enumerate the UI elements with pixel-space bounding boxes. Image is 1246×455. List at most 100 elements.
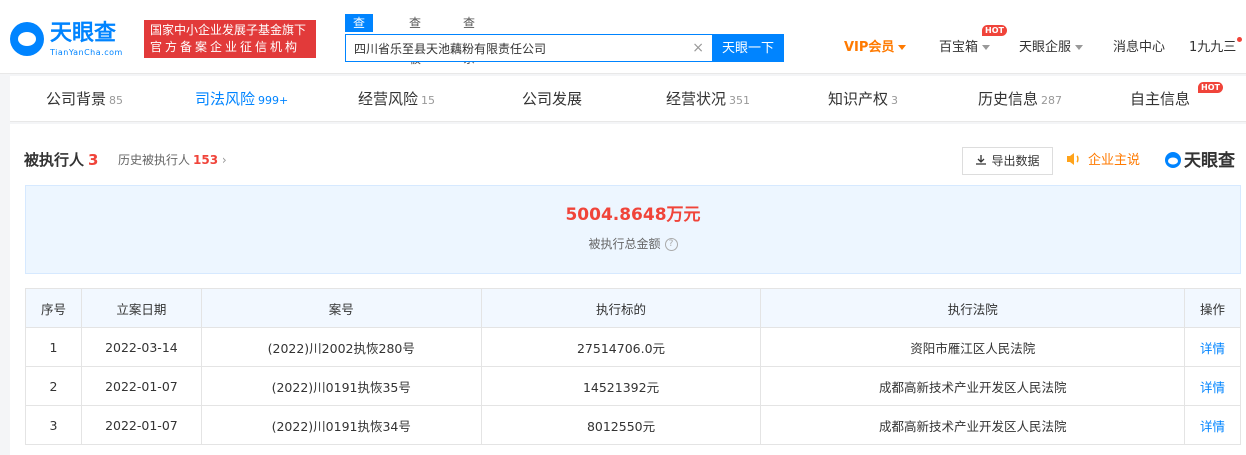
tab-label: 自主信息 — [1130, 90, 1191, 108]
col-header-case-number: 案号 — [200, 288, 482, 328]
message-center-link[interactable]: 消息中心 — [1113, 38, 1165, 58]
cell-case-number: (2022)川2002执恢280号 — [200, 327, 482, 367]
tab-label: 知识产权 — [828, 90, 889, 108]
details-link[interactable]: 详情 — [1184, 405, 1241, 445]
tab-count: 85 — [109, 94, 124, 107]
treasure-box-label: 百宝箱 — [939, 40, 979, 55]
details-link[interactable]: 详情 — [1184, 366, 1241, 406]
logo-eye-icon — [10, 22, 44, 56]
cell-filing-date: 2022-03-14 — [80, 327, 202, 367]
tab-label: 经营风险 — [358, 90, 419, 108]
col-header-court: 执行法院 — [760, 288, 1186, 328]
tab-count: 287 — [1041, 94, 1063, 107]
logo-subtext: TianYanCha.com — [50, 48, 123, 57]
col-header-execution-amount: 执行标的 — [480, 288, 762, 328]
hot-badge: HOT — [1198, 82, 1223, 93]
chevron-down-icon — [898, 45, 907, 50]
tab-operation-risk[interactable]: 经营风险 15 — [358, 76, 435, 122]
cell-execution-amount: 14521392元 — [480, 366, 762, 406]
search-tab-boss[interactable]: 查老板 — [401, 14, 429, 66]
table-row: 2 2022-01-07 (2022)川0191执恢35号 14521392元 … — [25, 366, 1241, 406]
cell-court: 资阳市雁江区人民法院 — [760, 327, 1186, 367]
cell-index: 2 — [25, 366, 82, 406]
tab-label: 经营状况 — [666, 90, 727, 108]
executed-person-section: 被执行人 3 历史被执行人 153 › 导出数据 企业主说 天眼查 5004.864… — [10, 124, 1246, 455]
tab-judicial-risk[interactable]: 司法风险 999+ — [195, 76, 288, 122]
table-header-row: 序号 立案日期 案号 执行标的 执行法院 操作 — [25, 288, 1241, 328]
export-data-button[interactable]: 导出数据 — [962, 147, 1053, 175]
cell-case-number: (2022)川0191执恢34号 — [200, 405, 482, 445]
brand-text: 天眼查 — [1184, 151, 1235, 171]
history-executed-link[interactable]: 历史被执行人 153 › — [118, 152, 227, 168]
total-amount-label: 被执行总金额 — [588, 237, 661, 251]
cell-case-number: (2022)川0191执恢35号 — [200, 366, 482, 406]
tab-count: 3 — [891, 94, 899, 107]
download-icon — [976, 155, 987, 165]
tab-business-status[interactable]: 经营状况 351 — [666, 76, 750, 122]
search-button[interactable]: 天眼一下 — [712, 34, 784, 62]
tab-label: 公司背景 — [46, 90, 107, 108]
tab-company-background[interactable]: 公司背景 85 — [46, 76, 123, 122]
chevron-right-icon: › — [221, 153, 227, 167]
chevron-down-icon — [1075, 45, 1084, 50]
vip-label: VIP会员 — [844, 40, 895, 55]
search-input[interactable] — [346, 35, 686, 61]
tab-company-development[interactable]: 公司发展 — [522, 76, 585, 122]
tab-self-info[interactable]: 自主信息 — [1130, 76, 1193, 122]
total-amount-caption: 被执行总金额? — [26, 236, 1240, 252]
cell-index: 1 — [25, 327, 82, 367]
table-row: 3 2022-01-07 (2022)川0191执恢34号 8012550元 成… — [25, 405, 1241, 445]
help-icon[interactable]: ? — [664, 238, 678, 251]
executed-person-table: 序号 立案日期 案号 执行标的 执行法院 操作 1 2022-03-14 (20… — [25, 288, 1241, 445]
banner-line-1: 国家中小企业发展子基金旗下 — [150, 23, 307, 37]
company-tab-bar: 公司背景 85 司法风险 999+ 经营风险 15 公司发展 经营状况 351 知识产权… — [10, 76, 1246, 122]
tab-label: 历史信息 — [978, 90, 1039, 108]
vip-menu[interactable]: VIP会员 — [844, 38, 907, 58]
banner-line-2: 官方备案企业征信机构 — [150, 40, 301, 54]
user-menu[interactable]: 1九九三 — [1189, 38, 1236, 58]
tab-count: 999+ — [258, 94, 289, 107]
enterprise-service-menu[interactable]: 天眼企服 — [1019, 38, 1084, 58]
brand-eye-icon — [1165, 152, 1181, 168]
cell-filing-date: 2022-01-07 — [80, 405, 202, 445]
tianyancha-logo[interactable]: 天眼查 TianYanCha.com — [10, 20, 136, 60]
col-header-index: 序号 — [25, 288, 82, 328]
section-title: 被执行人 3 — [24, 150, 98, 170]
col-header-action: 操作 — [1184, 288, 1241, 328]
tab-intellectual-property[interactable]: 知识产权 3 — [828, 76, 898, 122]
cell-execution-amount: 8012550元 — [480, 405, 762, 445]
tianyancha-brand: 天眼查 — [1164, 150, 1235, 172]
history-count: 153 — [193, 153, 219, 167]
chevron-down-icon — [982, 45, 991, 50]
tab-history-info[interactable]: 历史信息 287 — [978, 76, 1062, 122]
fund-banner[interactable]: 国家中小企业发展子基金旗下 官方备案企业征信机构 — [144, 20, 316, 58]
cell-filing-date: 2022-01-07 — [80, 366, 202, 406]
cell-index: 3 — [25, 405, 82, 445]
cell-court: 成都高新技术产业开发区人民法院 — [760, 405, 1186, 445]
tab-count: 15 — [421, 94, 436, 107]
logo-text: 天眼查 — [50, 21, 117, 46]
search-tab-relation[interactable]: 查关系 — [455, 14, 483, 66]
total-amount-value: 5004.8648万元 — [565, 205, 701, 225]
tab-label: 司法风险 — [195, 90, 256, 108]
details-link[interactable]: 详情 — [1184, 327, 1241, 367]
table-row: 1 2022-03-14 (2022)川2002执恢280号 27514706.… — [25, 327, 1241, 367]
speaker-icon — [1067, 153, 1079, 165]
export-data-label: 导出数据 — [991, 154, 1040, 168]
clear-icon[interactable]: × — [692, 40, 704, 56]
cell-court: 成都高新技术产业开发区人民法院 — [760, 366, 1186, 406]
treasure-box-menu[interactable]: 百宝箱 — [939, 38, 991, 58]
history-label: 历史被执行人 — [118, 153, 191, 167]
cell-execution-amount: 27514706.0元 — [480, 327, 762, 367]
col-header-filing-date: 立案日期 — [80, 288, 202, 328]
enterprise-says-link[interactable]: 企业主说 — [1066, 152, 1140, 170]
top-header: 天眼查 TianYanCha.com 国家中小企业发展子基金旗下 官方备案企业征… — [0, 0, 1246, 74]
search-tab-company[interactable]: 查公司 — [345, 14, 374, 66]
section-title-text: 被执行人 — [24, 151, 85, 169]
notification-dot — [1237, 37, 1242, 42]
tab-label: 公司发展 — [522, 90, 583, 108]
search-box: × — [345, 34, 713, 62]
enterprise-service-label: 天眼企服 — [1019, 40, 1072, 55]
section-count: 3 — [88, 151, 99, 169]
enterprise-says-label: 企业主说 — [1088, 153, 1141, 168]
